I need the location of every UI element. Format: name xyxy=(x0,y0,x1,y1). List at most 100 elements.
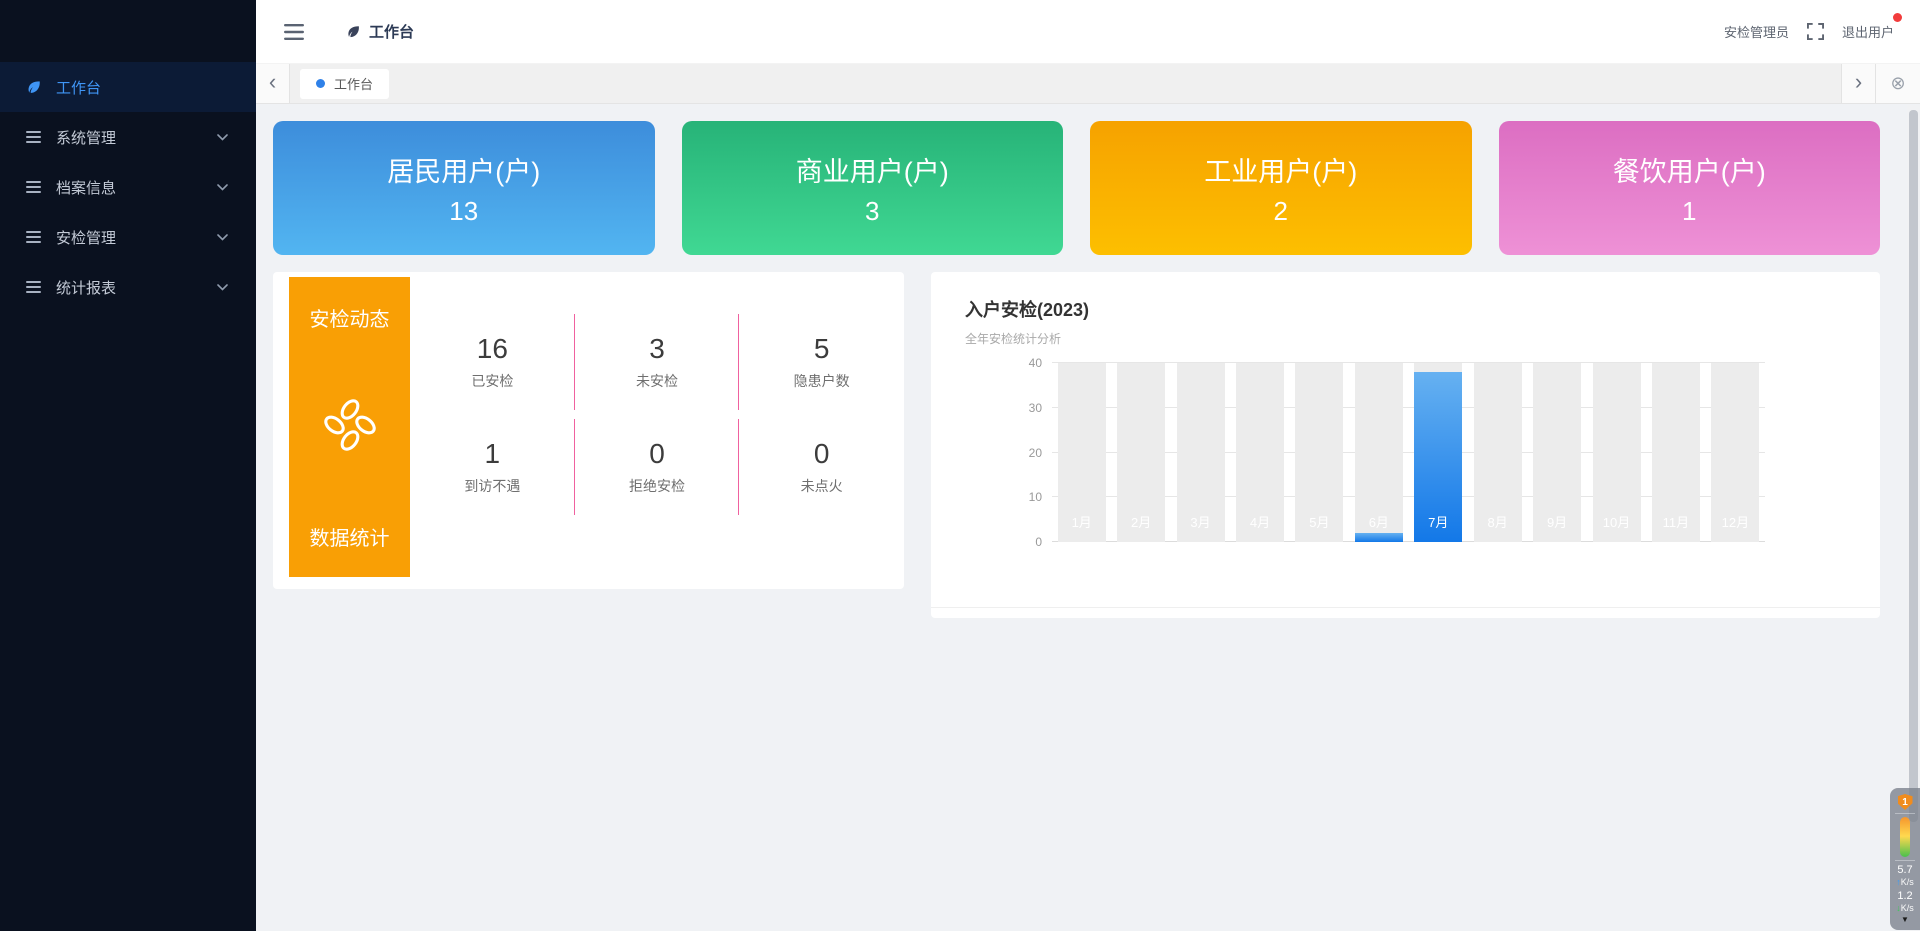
safety-stat-label: 已安检 xyxy=(471,371,513,391)
hamburger-menu-icon[interactable] xyxy=(284,24,304,40)
chart-bar-slot: 8月 xyxy=(1468,363,1527,542)
sidebar-item-label: 安检管理 xyxy=(56,227,217,248)
month-label: 12月 xyxy=(1711,512,1759,531)
collapse-widget-icon[interactable]: ▼ xyxy=(1901,916,1909,924)
safety-stat-value: 0 xyxy=(649,438,665,470)
chevron-down-icon xyxy=(217,134,228,141)
month-label: 11月 xyxy=(1652,512,1700,531)
y-axis-label: 20 xyxy=(1029,446,1042,460)
chevron-down-icon xyxy=(217,184,228,191)
chart-slots: 1月 2月 3月4月5月 6月 7月 8月 9月 10月 11月 12月 xyxy=(1052,363,1765,542)
network-monitor-widget[interactable]: 1 5.7 ↑K/s 1.2 ↓K/s ▼ xyxy=(1890,788,1920,930)
widget-divider xyxy=(1895,813,1915,814)
sidebar-item[interactable]: 系统管理 xyxy=(0,112,256,162)
background-bar: 3月 xyxy=(1177,363,1225,542)
background-bar: 2月 xyxy=(1117,363,1165,542)
username[interactable]: 安检管理员 xyxy=(1724,22,1789,41)
tab-label: 工作台 xyxy=(334,74,373,93)
month-label: 8月 xyxy=(1474,512,1522,531)
menu-lines-icon xyxy=(26,131,44,143)
safety-side-subtitle: 数据统计 xyxy=(310,522,390,551)
fullscreen-icon[interactable] xyxy=(1807,23,1824,40)
chart-bar-slot: 2月 xyxy=(1111,363,1170,542)
safety-stat-value: 0 xyxy=(814,438,830,470)
gradient-meter-icon xyxy=(1900,817,1910,857)
sidebar-item[interactable]: 档案信息 xyxy=(0,162,256,212)
chart-bar-slot: 11月 xyxy=(1646,363,1705,542)
sidebar-menu: 工作台 系统管理 档案信息 安检管理 统计报表 xyxy=(0,62,256,312)
user-stat-card: 居民用户(户) 13 xyxy=(273,121,655,255)
top-header: 工作台 安检管理员 退出用户 xyxy=(256,0,1920,64)
safety-stat-label: 隐患户数 xyxy=(794,371,850,391)
chart-bar-slot: 1月 xyxy=(1052,363,1111,542)
chevron-down-icon xyxy=(217,284,228,291)
leaf-icon xyxy=(26,79,44,95)
sidebar-logo-area xyxy=(0,0,256,62)
background-bar: 1月 xyxy=(1058,363,1106,542)
sidebar-item[interactable]: 安检管理 xyxy=(0,212,256,262)
tabs-scroll-left-button[interactable]: ‹ xyxy=(256,64,290,103)
background-bar: 4月 xyxy=(1236,363,1284,542)
chart-title: 入户安检(2023) xyxy=(965,296,1880,322)
safety-stat-cell: 5 隐患户数 xyxy=(739,309,904,414)
sidebar-item[interactable]: 统计报表 xyxy=(0,262,256,312)
tab-active-dot-icon xyxy=(316,79,325,88)
background-bar: 9月 xyxy=(1533,363,1581,542)
chart-bar-slot: 4月 xyxy=(1230,363,1289,542)
y-axis-label: 10 xyxy=(1029,490,1042,504)
notification-dot xyxy=(1893,13,1902,22)
month-label: 6月 xyxy=(1355,512,1403,531)
widget-divider xyxy=(1895,860,1915,861)
inspection-chart-panel: 入户安检(2023) 全年安检统计分析 0102030401月2月3月4月5月6… xyxy=(931,272,1880,618)
close-all-tabs-icon[interactable]: ⊗ xyxy=(1875,64,1920,103)
user-stat-card: 餐饮用户(户) 1 xyxy=(1499,121,1881,255)
download-speed-value: 1.2 xyxy=(1896,890,1914,903)
stat-card-title: 工业用户(户) xyxy=(1204,150,1357,189)
menu-lines-icon xyxy=(26,181,44,193)
tab-workbench[interactable]: 工作台 xyxy=(300,69,389,99)
safety-side-card: 安检动态 数据统计 xyxy=(289,277,410,577)
download-speed-unit: K/s xyxy=(1901,903,1914,913)
header-right: 安检管理员 退出用户 xyxy=(1724,22,1894,41)
background-bar: 5月 xyxy=(1295,363,1343,542)
safety-stat-value: 5 xyxy=(814,333,830,365)
stat-card-value: 13 xyxy=(449,196,478,227)
chart-bar-slot: 12月 xyxy=(1706,363,1765,542)
logout-button[interactable]: 退出用户 xyxy=(1842,22,1894,41)
bar-chart: 0102030401月2月3月4月5月6月7月8月9月10月11月12月 xyxy=(1052,363,1765,542)
chevron-down-icon xyxy=(217,234,228,241)
chart-bar-slot: 5月 xyxy=(1290,363,1349,542)
safety-stat-value: 1 xyxy=(485,438,501,470)
month-label: 2月 xyxy=(1117,512,1165,531)
background-bar: 12月 xyxy=(1711,363,1759,542)
stat-card-value: 2 xyxy=(1274,196,1288,227)
safety-stat-label: 到访不遇 xyxy=(464,476,520,496)
safety-stat-label: 未点火 xyxy=(801,476,843,496)
breadcrumb[interactable]: 工作台 xyxy=(346,21,414,42)
tab-bar: ‹ 工作台 › ⊗ xyxy=(256,64,1920,104)
tabs-scroll-right-button[interactable]: › xyxy=(1841,64,1875,103)
month-label: 10月 xyxy=(1593,512,1641,531)
safety-stat-label: 未安检 xyxy=(636,371,678,391)
sidebar-item-label: 档案信息 xyxy=(56,177,217,198)
main-content: 居民用户(户) 13 商业用户(户) 3 工业用户(户) 2 餐饮用户(户) 1… xyxy=(256,104,1920,618)
y-axis-label: 40 xyxy=(1029,356,1042,370)
chart-bar-slot: 9月 xyxy=(1527,363,1586,542)
safety-dynamics-panel: 安检动态 数据统计 16 已安检 3 未安检 5 隐患户数 1 xyxy=(273,272,904,589)
panels-row: 安检动态 数据统计 16 已安检 3 未安检 5 隐患户数 1 xyxy=(273,272,1880,618)
scrollbar-thumb[interactable] xyxy=(1909,110,1918,822)
upload-speed: 5.7 ↑K/s xyxy=(1896,864,1914,887)
chart-bar-slot: 7月 xyxy=(1409,363,1468,542)
safety-stat-value: 3 xyxy=(649,333,665,365)
user-stat-card: 商业用户(户) 3 xyxy=(682,121,1064,255)
background-bar: 10月 xyxy=(1593,363,1641,542)
stat-card-title: 居民用户(户) xyxy=(387,150,540,189)
safety-stat-label: 拒绝安检 xyxy=(629,476,685,496)
safety-stat-cell: 0 拒绝安检 xyxy=(575,414,740,519)
chart-bar-slot: 6月 xyxy=(1349,363,1408,542)
safety-stat-cell: 3 未安检 xyxy=(575,309,740,414)
sidebar-item-workbench[interactable]: 工作台 xyxy=(0,62,256,112)
upload-speed-unit: K/s xyxy=(1901,877,1914,887)
sidebar: 工作台 系统管理 档案信息 安检管理 统计报表 xyxy=(0,0,256,931)
pinwheel-icon xyxy=(319,394,381,461)
